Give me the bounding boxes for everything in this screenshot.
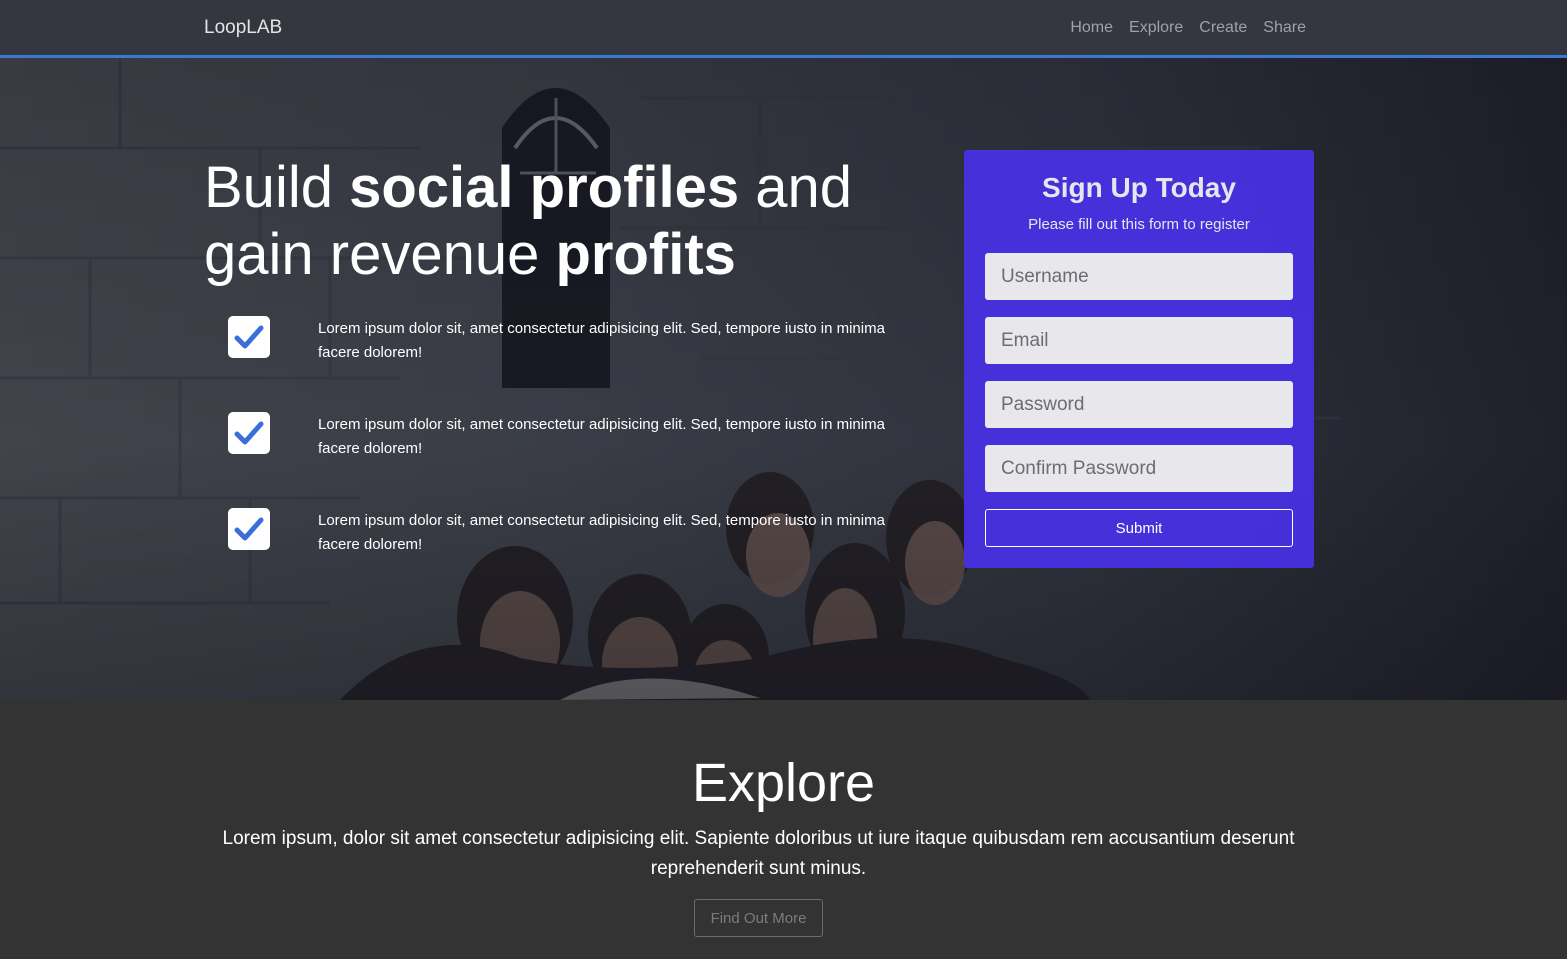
explore-title: Explore xyxy=(691,753,876,813)
password-input[interactable] xyxy=(985,381,1293,428)
signup-form: Sign Up Today Please fill out this form … xyxy=(964,150,1314,568)
nav-links: Home Explore Create Share xyxy=(1070,19,1306,37)
feature-text: Lorem ipsum dolor sit, amet consectetur … xyxy=(318,512,885,553)
feature-item: Lorem ipsum dolor sit, amet consectetur … xyxy=(228,508,888,604)
feature-item: Lorem ipsum dolor sit, amet consectetur … xyxy=(228,316,888,412)
nav-link-share[interactable]: Share xyxy=(1263,19,1306,37)
hero-section: Build social profiles and gain revenue p… xyxy=(0,58,1567,700)
explore-section: Explore Lorem ipsum, dolor sit amet cons… xyxy=(0,700,1567,959)
signup-subtitle: Please fill out this form to register xyxy=(1028,216,1250,233)
explore-text: Lorem ipsum, dolor sit amet consectetur … xyxy=(222,828,1295,879)
nav-link-home[interactable]: Home xyxy=(1070,19,1113,37)
feature-list: Lorem ipsum dolor sit, amet consectetur … xyxy=(228,316,888,604)
check-box-icon xyxy=(228,508,270,550)
check-box-icon xyxy=(228,412,270,454)
find-out-more-button[interactable]: Find Out More xyxy=(694,899,823,937)
brand-logo[interactable]: LoopLAB xyxy=(204,17,282,39)
nav-link-explore[interactable]: Explore xyxy=(1129,19,1183,37)
navbar: LoopLAB Home Explore Create Share xyxy=(0,0,1567,58)
hero-title: Build social profiles and gain revenue p… xyxy=(204,155,853,287)
check-box-icon xyxy=(228,316,270,358)
nav-link-create[interactable]: Create xyxy=(1199,19,1247,37)
signup-title: Sign Up Today xyxy=(1042,172,1236,203)
submit-button[interactable]: Submit xyxy=(985,509,1293,547)
confirm-password-input[interactable] xyxy=(985,445,1293,492)
feature-item: Lorem ipsum dolor sit, amet consectetur … xyxy=(228,412,888,508)
feature-text: Lorem ipsum dolor sit, amet consectetur … xyxy=(318,320,885,361)
email-input[interactable] xyxy=(985,317,1293,364)
feature-text: Lorem ipsum dolor sit, amet consectetur … xyxy=(318,416,885,457)
username-input[interactable] xyxy=(985,253,1293,300)
